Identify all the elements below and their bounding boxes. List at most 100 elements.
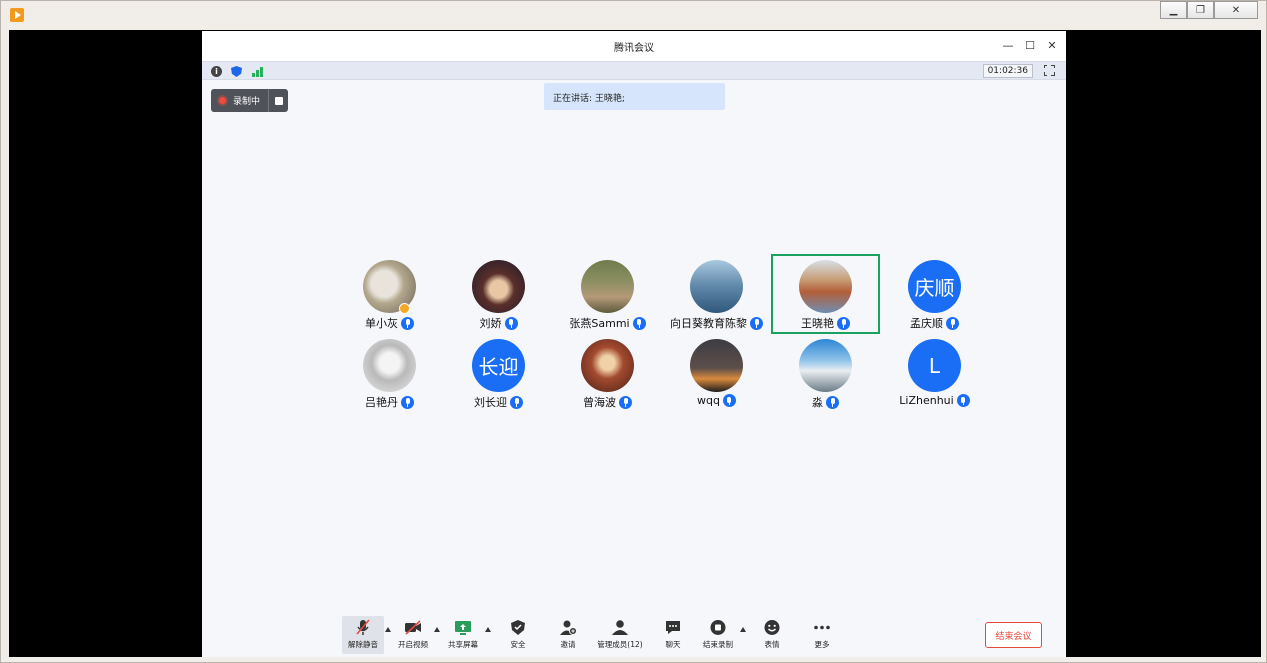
- close-icon[interactable]: ✕: [1214, 1, 1258, 19]
- participant-name: 张燕Sammi: [569, 317, 630, 330]
- chat-label: 聊天: [665, 640, 681, 649]
- manage-members-label: 管理成员(12): [597, 640, 643, 649]
- unmute-label: 解除静音: [348, 640, 378, 649]
- unmute-button[interactable]: 解除静音: [342, 616, 384, 654]
- smiley-icon: [763, 619, 781, 636]
- close-icon[interactable]: ✕: [1046, 39, 1058, 52]
- participant-tile[interactable]: 吕艳丹: [335, 338, 444, 417]
- microphone-icon: [632, 316, 646, 330]
- participant-tile[interactable]: 王晓艳: [771, 254, 880, 338]
- participant-grid: 单小灰 刘娇 张燕Sammi 向日葵教育陈黎 王晓艳 庆顺 孟庆顺 吕艳丹 长迎…: [335, 254, 989, 417]
- participant-tile[interactable]: 张燕Sammi: [553, 259, 662, 338]
- members-icon: [611, 619, 629, 636]
- participant-tile[interactable]: 淼: [771, 338, 880, 417]
- video-options-caret-icon[interactable]: [434, 627, 440, 632]
- participant-tile[interactable]: wqq: [662, 338, 771, 417]
- microphone-icon: [722, 394, 736, 407]
- recording-label: 录制中: [233, 97, 261, 107]
- player-window: ▁ ❐ ✕ 腾讯会议 — ☐ ✕ i 01:02:36 录制中 正在讲话: 王晓…: [0, 0, 1267, 663]
- more-label: 更多: [814, 640, 830, 649]
- minimize-icon[interactable]: ▁: [1160, 1, 1187, 19]
- invite-button[interactable]: 邀请: [552, 616, 584, 654]
- microphone-icon: [510, 395, 523, 409]
- microphone-icon: [619, 395, 632, 409]
- recording-indicator: 录制中: [211, 89, 288, 112]
- recording-dot-icon: [219, 97, 226, 104]
- stop-recording-label: 结束录制: [703, 640, 733, 649]
- microphone-icon: [826, 395, 839, 409]
- security-shield-icon: [509, 619, 527, 636]
- participant-tile[interactable]: 庆顺 孟庆顺: [880, 259, 989, 338]
- minimize-icon[interactable]: —: [1002, 39, 1014, 52]
- host-badge-icon: [399, 303, 410, 314]
- network-signal-icon[interactable]: [252, 66, 264, 77]
- recording-options-caret-icon[interactable]: [740, 627, 746, 632]
- microphone-icon: [956, 394, 970, 407]
- start-video-button[interactable]: 开启视频: [395, 616, 431, 654]
- microphone-icon: [504, 316, 518, 330]
- participant-name: wqq: [697, 394, 720, 407]
- more-button[interactable]: 更多: [806, 616, 838, 654]
- avatar: [690, 339, 743, 392]
- meeting-window-controls: — ☐ ✕: [1002, 39, 1058, 52]
- microphone-icon: [750, 316, 763, 330]
- share-screen-button[interactable]: 共享屏幕: [445, 616, 481, 654]
- participant-name: 吕艳丹: [365, 396, 398, 409]
- chat-button[interactable]: 聊天: [657, 616, 689, 654]
- meeting-info-bar: i 01:02:36: [202, 61, 1066, 80]
- chat-bubble-icon: [664, 619, 682, 636]
- participant-name: 刘娇: [479, 317, 502, 330]
- stop-recording-button[interactable]: 结束录制: [699, 616, 737, 654]
- avatar: L: [908, 339, 961, 392]
- share-screen-icon: [454, 619, 472, 636]
- security-shield-icon[interactable]: [231, 66, 242, 77]
- more-dots-icon: [813, 619, 831, 636]
- info-icon[interactable]: i: [211, 66, 222, 77]
- share-screen-label: 共享屏幕: [448, 640, 478, 649]
- microphone-icon: [401, 395, 414, 409]
- participant-name: 单小灰: [365, 317, 398, 330]
- share-options-caret-icon[interactable]: [485, 627, 491, 632]
- avatar: [799, 260, 852, 313]
- participant-name: 向日葵教育陈黎: [670, 317, 747, 330]
- security-button[interactable]: 安全: [502, 616, 534, 654]
- maximize-icon[interactable]: ☐: [1024, 39, 1036, 52]
- avatar: [581, 260, 634, 313]
- player-app-icon: [10, 8, 24, 22]
- meeting-window: 腾讯会议 — ☐ ✕ i 01:02:36 录制中 正在讲话: 王晓艳; 单小灰…: [202, 31, 1066, 657]
- participant-tile[interactable]: 曾海波: [553, 338, 662, 417]
- participant-name: 淼: [812, 396, 823, 409]
- player-titlebar: ▁ ❐ ✕: [1, 1, 1266, 29]
- participant-name: 孟庆顺: [910, 317, 943, 330]
- microphone-icon: [837, 316, 850, 330]
- muted-microphone-icon: [354, 619, 372, 636]
- participant-tile[interactable]: 单小灰: [335, 259, 444, 338]
- reactions-button[interactable]: 表情: [756, 616, 788, 654]
- participant-name: 刘长迎: [474, 396, 507, 409]
- start-video-label: 开启视频: [398, 640, 428, 649]
- participant-tile[interactable]: 刘娇: [444, 259, 553, 338]
- meeting-title: 腾讯会议: [614, 43, 654, 54]
- participant-tile[interactable]: 长迎 刘长迎: [444, 338, 553, 417]
- manage-members-button[interactable]: 管理成员(12): [593, 616, 647, 654]
- meeting-titlebar: 腾讯会议 — ☐ ✕: [202, 31, 1066, 61]
- invite-label: 邀请: [560, 640, 576, 649]
- security-label: 安全: [510, 640, 526, 649]
- participant-name: 王晓艳: [801, 317, 834, 330]
- reactions-label: 表情: [764, 640, 780, 649]
- avatar: [799, 339, 852, 392]
- end-meeting-button[interactable]: 结束会议: [985, 622, 1042, 648]
- stop-recording-icon[interactable]: [275, 96, 284, 105]
- avatar: [581, 339, 634, 392]
- participant-tile[interactable]: L LiZhenhui: [880, 338, 989, 417]
- participant-tile[interactable]: 向日葵教育陈黎: [662, 259, 771, 338]
- fullscreen-icon[interactable]: [1043, 64, 1055, 76]
- restore-icon[interactable]: ❐: [1187, 1, 1214, 19]
- player-window-controls: ▁ ❐ ✕: [1160, 1, 1258, 19]
- avatar: [472, 260, 525, 313]
- audio-options-caret-icon[interactable]: [385, 627, 391, 632]
- microphone-icon: [401, 316, 414, 330]
- meeting-toolbar: 解除静音 开启视频 共享屏幕 安全 邀请 管理成员(12) 聊天 结束录制 表情…: [202, 613, 1066, 657]
- stop-record-icon: [709, 619, 727, 636]
- meeting-duration: 01:02:36: [982, 64, 1033, 78]
